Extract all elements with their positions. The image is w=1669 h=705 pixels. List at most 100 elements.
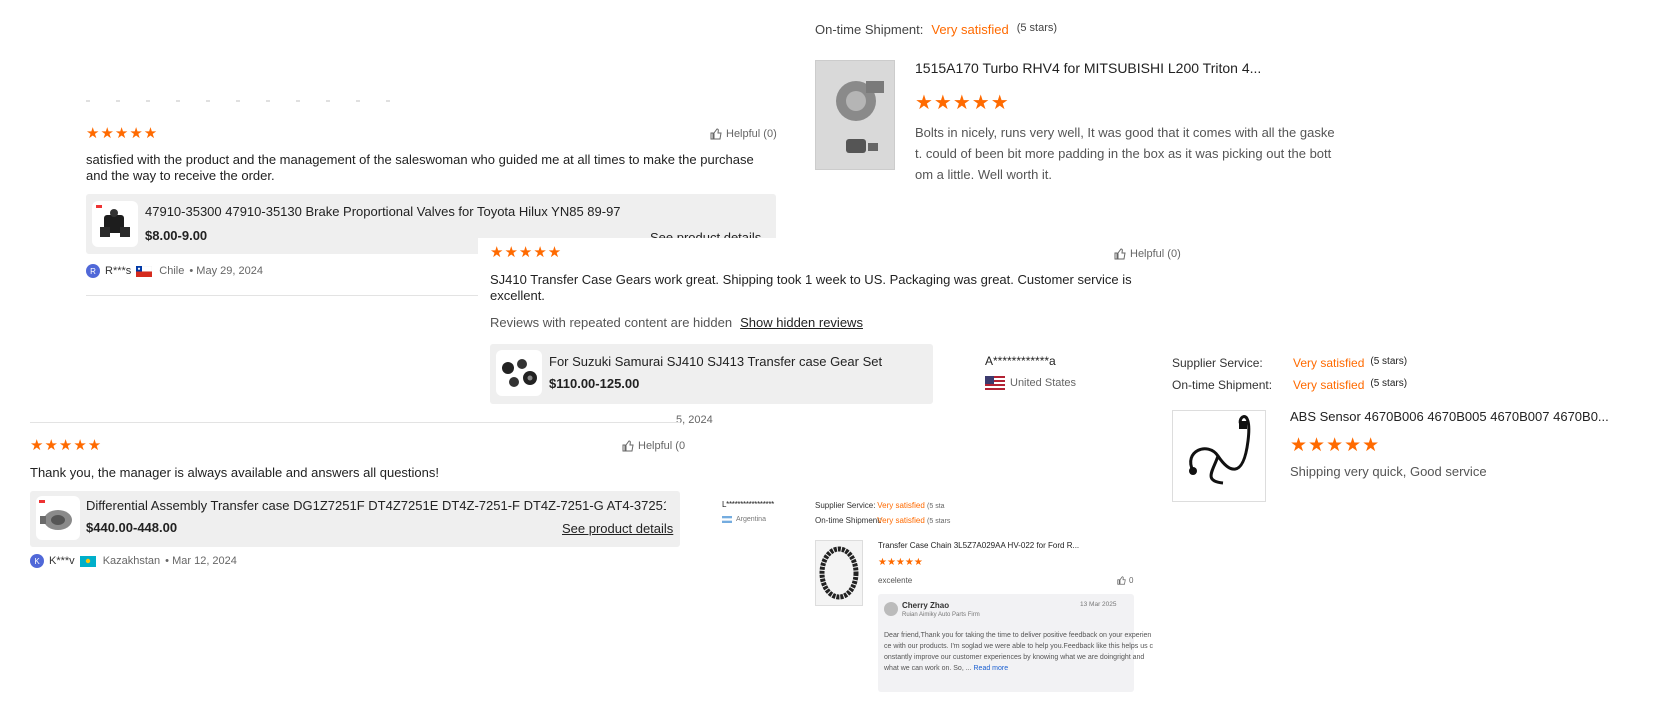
product-thumbnail[interactable] xyxy=(815,60,895,170)
product-price: $8.00-9.00 xyxy=(145,228,208,243)
review-text: Shipping very quick, Good service xyxy=(1290,464,1487,479)
us-flag-icon xyxy=(985,376,1005,390)
supplier-rating: Supplier Service: Very satisfied (5 star… xyxy=(1172,356,1407,370)
review-text: SJ410 Transfer Case Gears work great. Sh… xyxy=(490,272,1132,303)
shipment-value: Very satisfied xyxy=(931,22,1009,37)
reviewer-name: R***s xyxy=(105,265,132,277)
review-date-fragment: 5, 2024 xyxy=(676,414,713,426)
shipment-rating: On-time Shipment: Very satisfied (5 star… xyxy=(1172,378,1407,392)
product-thumbnail[interactable] xyxy=(36,496,80,540)
review-line: Bolts in nicely, runs very well, It was … xyxy=(915,125,1335,140)
gear-set-image xyxy=(502,359,537,387)
shipment-value: Very satisfied xyxy=(1293,378,1365,392)
review-text: Thank you, the manager is always availab… xyxy=(30,465,440,480)
product-card[interactable]: Differential Assembly Transfer case DG1Z… xyxy=(30,491,680,547)
product-thumbnail[interactable] xyxy=(815,540,863,606)
cropped-text-remnant xyxy=(86,100,406,102)
review-card-us: A************a United States Supplier Se… xyxy=(985,352,1609,512)
helpful-label: Helpful (0 xyxy=(638,440,686,452)
review-date: • May 29, 2024 xyxy=(189,265,263,277)
thumbs-up-icon xyxy=(1114,248,1126,260)
thumbs-up-icon xyxy=(622,440,634,452)
product-card[interactable]: For Suzuki Samurai SJ410 SJ413 Transfer … xyxy=(490,344,933,404)
review-text: excelente xyxy=(878,576,913,585)
product-title[interactable]: For Suzuki Samurai SJ410 SJ413 Transfer … xyxy=(549,354,929,369)
reply-line: onstantly improve our customer experienc… xyxy=(884,654,1145,661)
reply-line: Dear friend,Thank you for taking the tim… xyxy=(884,632,1152,639)
helpful-label: Helpful (0) xyxy=(726,128,777,140)
show-hidden-reviews-link[interactable]: Show hidden reviews xyxy=(740,315,863,330)
product-thumbnail[interactable] xyxy=(1172,410,1266,502)
seller-reply: Cherry Zhao Ruian Aimiky Auto Parts Firm… xyxy=(878,594,1153,692)
product-title[interactable]: ABS Sensor 4670B006 4670B005 4670B007 46… xyxy=(1290,409,1609,424)
product-thumbnail[interactable] xyxy=(92,201,138,247)
shipment-label: On-time Shipment: xyxy=(1172,378,1273,392)
supplier-rating: Supplier Service: Very satisfied (5 sta xyxy=(815,501,945,510)
shipment-value: Very satisfied xyxy=(877,516,925,525)
product-title[interactable]: Differential Assembly Transfer case DG1Z… xyxy=(86,498,666,513)
product-title[interactable]: Transfer Case Chain 3L5Z7A029AA HV-022 f… xyxy=(878,541,1079,550)
supplier-stars: (5 stars) xyxy=(1370,356,1408,367)
supplier-value: Very satisfied xyxy=(1293,356,1365,370)
shipment-label: On-time Shipment: xyxy=(815,22,924,37)
chile-flag-icon xyxy=(136,265,153,277)
product-price: $440.00-448.00 xyxy=(86,520,178,535)
avatar: K xyxy=(30,554,44,568)
argentina-flag-icon xyxy=(722,516,732,523)
reviewer-country: Argentina xyxy=(736,516,766,523)
reply-line: ce with our products. I'm soglad we were… xyxy=(884,643,1154,650)
rating-stars: ★★★★★ xyxy=(878,557,923,568)
reviewer-meta: K K***v Kazakhstan • Mar 12, 2024 xyxy=(30,554,237,568)
rating-stars: ★★★★★ xyxy=(915,92,1010,114)
reply-date: 13 Mar 2025 xyxy=(1080,601,1117,608)
divider xyxy=(86,295,486,296)
read-more-link[interactable]: Read more xyxy=(974,665,1009,672)
shipment-stars: (5 stars) xyxy=(1016,22,1058,34)
kazakhstan-flag-icon xyxy=(79,555,96,567)
product-title[interactable]: 47910-35300 47910-35130 Brake Proportion… xyxy=(145,204,745,219)
differential-image xyxy=(39,500,72,530)
reviewer-name: L***************** xyxy=(722,500,774,509)
reviewer-country: Chile xyxy=(159,265,185,277)
product-thumbnail[interactable] xyxy=(496,350,542,396)
supplier-label: Supplier Service: xyxy=(1172,356,1263,370)
brake-valve-image xyxy=(96,205,130,237)
review-line: t. could of been bit more padding in the… xyxy=(915,146,1332,161)
review-text: Bolts in nicely, runs very well, It was … xyxy=(915,122,1335,185)
supplier-value: Very satisfied xyxy=(877,501,925,510)
turbo-image xyxy=(816,61,894,169)
thumbs-up-icon xyxy=(710,128,722,140)
reply-text: Dear friend,Thank you for taking the tim… xyxy=(884,630,1153,674)
abs-sensor-image xyxy=(1189,415,1251,485)
seller-avatar xyxy=(884,602,898,616)
helpful-label: Helpful (0) xyxy=(1130,248,1181,260)
review-date: • Mar 12, 2024 xyxy=(165,555,237,567)
product-title[interactable]: 1515A170 Turbo RHV4 for MITSUBISHI L200 … xyxy=(915,60,1261,76)
see-product-details-link[interactable]: See product details xyxy=(562,521,673,536)
review-card-argentina: L***************** Argentina Supplier Se… xyxy=(722,500,1153,700)
helpful-button[interactable]: Helpful (0) xyxy=(710,128,777,140)
shipment-label: On-time Shipment: xyxy=(815,516,882,525)
rating-stars: ★★★★★ xyxy=(1290,435,1381,456)
thumbs-up-icon xyxy=(1117,576,1126,585)
rating-stars: ★★★★★ xyxy=(490,244,563,261)
reviewer-country-row: Argentina xyxy=(722,516,766,523)
reply-line: what we can work on. So, ... xyxy=(884,665,972,672)
helpful-button[interactable]: Helpful (0) xyxy=(1114,248,1181,260)
helpful-button[interactable]: Helpful (0 xyxy=(622,440,685,452)
reviewer-country: United States xyxy=(1010,377,1077,389)
shipment-rating: On-time Shipment: Very satisfied (5 star… xyxy=(815,516,950,525)
divider xyxy=(30,422,680,423)
supplier-stars: (5 sta xyxy=(927,503,945,510)
helpful-count: 0 xyxy=(1129,576,1134,585)
reviewer-name: K***v xyxy=(49,555,75,567)
top-right-review: On-time Shipment: Very satisfied (5 star… xyxy=(815,18,1335,188)
review-line: om a little. Well worth it. xyxy=(915,167,1053,182)
review-card-kazakhstan: ★★★★★ Helpful (0 Thank you, the manager … xyxy=(30,422,685,572)
helpful-button[interactable]: 0 xyxy=(1117,576,1133,585)
seller-name: Cherry Zhao xyxy=(902,601,950,610)
reviewer-country: Kazakhstan xyxy=(102,555,161,567)
shipment-stars: (5 stars xyxy=(927,518,951,525)
reviewer-country-row: United States xyxy=(985,376,1076,390)
shipment-rating: On-time Shipment: Very satisfied (5 star… xyxy=(815,22,1057,37)
